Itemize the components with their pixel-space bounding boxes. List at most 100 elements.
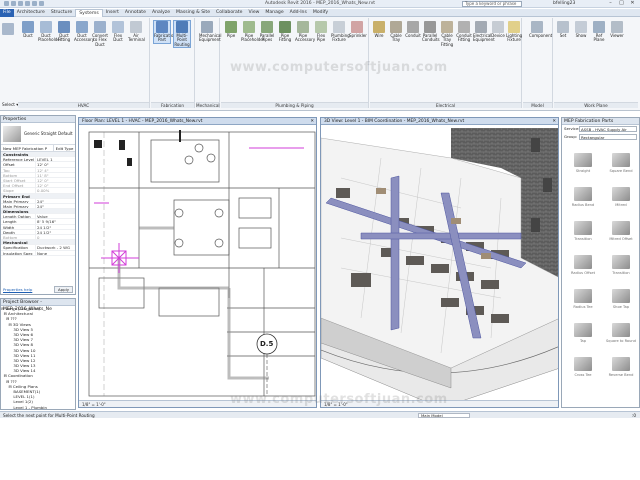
pipe-accessory-button[interactable]: Pipe Accessory [295,21,315,43]
prop-value[interactable]: LEVEL 1 [35,157,75,162]
fabrication-part-item[interactable]: Radius Offset [565,252,601,282]
cable-tray-button[interactable]: Cable Tray [388,21,404,43]
mechanical-equipment-button[interactable]: Mechanical Equipment [199,21,222,43]
3d-view[interactable]: 3D View: Level 1 - BIM Coordination - ME… [320,117,559,408]
floor-plan-view[interactable]: Floor Plan: LEVEL 1 - HVAC - MEP_2016_Wh… [78,117,317,408]
prop-value[interactable]: 8' 5 9/16" [35,219,75,224]
properties-help-link[interactable]: Properties help [3,287,32,292]
fabrication-part-item[interactable]: Reverse Bend [603,354,639,384]
minimize-button[interactable]: – [605,0,616,7]
plumbing-fixture-button[interactable]: Plumbing Fixture [331,21,350,43]
project-browser-tree: ⊟ Views (Discipline) ⊟ Architectural ⊟ ?… [1,306,75,409]
part-label: Transition [574,237,592,241]
fabrication-part-item[interactable]: Radius Tee [565,286,601,316]
tab-view[interactable]: View [246,9,263,17]
fabrication-part-item[interactable]: Tap [565,320,601,350]
multi-point-routing-button[interactable]: Multi-Point Routing [173,19,191,49]
lighting-fixture-button[interactable]: Lighting Fixture [506,21,522,43]
component-button[interactable]: Component [529,21,552,38]
electrical-equipment-button[interactable]: Electrical Equipment [473,21,495,43]
tab-modify[interactable]: Modify [310,9,331,17]
parallel-conduits-button[interactable]: Parallel Conduits [422,21,440,43]
set-button[interactable]: Set [555,21,571,38]
prop-value[interactable]: 12' 0" [35,162,75,167]
tab-systems[interactable]: Systems [75,8,103,17]
show-button[interactable]: Show [573,21,589,38]
close-button[interactable]: ✕ [627,0,638,7]
wire-button[interactable]: Wire [371,21,387,38]
tab-collaborate[interactable]: Collaborate [213,9,245,17]
instance-filter[interactable]: New MEP Fabrication P [1,145,53,151]
air-terminal-button[interactable]: Air Terminal [128,21,145,43]
tab-massing-site[interactable]: Massing & Site [173,9,213,17]
prop-key: Top [3,167,10,172]
fabrication-part-button[interactable]: Fabrication Part [153,20,176,44]
fabrication-part-item[interactable]: Square to Round [603,320,639,350]
tab-manage[interactable]: Manage [262,9,286,17]
prop-value[interactable]: 24" [35,198,75,203]
prop-value[interactable]: 24 1/2" [35,224,75,229]
tab-annotate[interactable]: Annotate [122,9,149,17]
prop-value[interactable]: 24" [35,203,75,209]
select-dropdown[interactable]: Select ▾ [2,102,18,107]
tab-architecture[interactable]: Architecture [14,9,48,17]
3d-canvas[interactable] [321,118,559,408]
fabrication-part-item[interactable]: Square Bend [603,150,639,180]
fabrication-part-item[interactable]: Transition [603,252,639,282]
part-label: Radius Tee [573,305,593,309]
tab-analyze[interactable]: Analyze [149,9,173,17]
duct-accessory-button[interactable]: Duct Accessory [74,21,94,43]
fabrication-part-item[interactable]: Mitred [603,184,639,214]
service-dropdown[interactable]: ASSB - HVAC Supply Air [579,126,637,132]
properties-palette: Properties Generic Straight Default New … [0,115,76,295]
maximize-button[interactable]: □ [616,0,627,7]
pipe-placeholder-button[interactable]: Pipe Placeholder [241,21,264,43]
prop-key: Length [3,219,17,224]
prop-value[interactable]: None [35,250,75,255]
flex-pipe-button[interactable]: Flex Pipe [313,21,329,43]
convert-flex-duct-button[interactable]: Convert to Flex Duct [92,21,108,47]
search-input[interactable]: Type a keyword or phrase [462,1,522,7]
fabrication-part-item[interactable]: Cross Tee [565,354,601,384]
prop-value[interactable]: Ductwork - 2 WG [35,245,75,250]
prop-value[interactable]: 24 1/2" [35,229,75,234]
duct-fitting-button[interactable]: Duct Fitting [56,21,72,43]
part-label: Straight [575,169,591,173]
ref-plane-button[interactable]: Ref Plane [591,21,607,43]
pipe-fitting-button[interactable]: Pipe Fitting [277,21,293,43]
device-button[interactable]: Device [490,21,506,38]
parallel-pipes-button[interactable]: Parallel Pipes [259,21,275,43]
duct-placeholder-button[interactable]: Duct Placeholder [38,21,61,43]
show-work-plane-icon [575,21,587,33]
prop-key: Bottom [3,235,18,240]
fabrication-part-item[interactable]: Straight [565,150,601,180]
apply-button[interactable]: Apply [54,286,73,293]
flex-duct-button[interactable]: Flex Duct [110,21,126,43]
user-account[interactable]: bfelling23 [553,1,575,6]
prop-value: 0.00% [35,188,75,193]
conduit-button[interactable]: Conduit [405,21,421,38]
prop-value[interactable]: Value [35,214,75,219]
conduit-fitting-button[interactable]: Conduit Fitting [456,21,472,43]
sprinkler-button[interactable]: Sprinkler [349,21,367,38]
cable-tray-fitting-button[interactable]: Cable Tray Fitting [439,21,455,47]
fabrication-part-item[interactable]: Transition [565,218,601,248]
tab-insert[interactable]: Insert [103,9,122,17]
tab-add-ins[interactable]: Add-Ins [287,9,310,17]
modify-button[interactable] [2,23,14,36]
fabrication-part-item[interactable]: Shoe Tap [603,286,639,316]
pipe-button[interactable]: Pipe [223,21,239,38]
group-dropdown[interactable]: Rectangular [579,134,637,140]
viewer-button[interactable]: Viewer [609,21,625,38]
floor-plan-canvas[interactable] [79,118,317,408]
tab-file[interactable]: File [0,8,14,17]
view-scale[interactable]: 1/8" = 1'-0" [82,402,106,407]
fabrication-part-item[interactable]: Mitred Offset [603,218,639,248]
edit-type-button[interactable]: Edit Type [53,145,75,151]
pipe-fitting-icon [279,21,291,33]
duct-button[interactable]: Duct [20,21,36,38]
fabrication-part-item[interactable]: Radius Bend [565,184,601,214]
tab-structure[interactable]: Structure [48,9,75,17]
type-selector[interactable]: Generic Straight Default [1,123,75,145]
watermark: www.computersoftjuan.com [230,392,448,407]
